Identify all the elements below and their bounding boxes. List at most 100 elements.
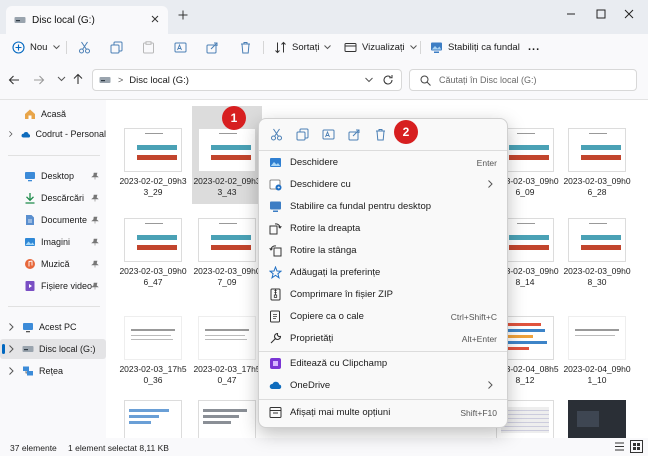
tab-disc-local[interactable]: Disc local (G:) xyxy=(6,6,168,34)
sidebar-item-desktop[interactable]: Desktop xyxy=(0,166,106,186)
copy-icon[interactable] xyxy=(293,125,311,143)
file-tile[interactable]: 2023-02-04_09h01_10 xyxy=(562,308,632,392)
search-placeholder: Căutați în Disc local (G:) xyxy=(439,75,537,85)
menu-shortcut: Alt+Enter xyxy=(461,334,497,344)
address-dropdown-icon[interactable] xyxy=(365,77,373,83)
file-tile[interactable]: 2023-02-03_17h50_36 xyxy=(118,308,188,392)
menu-item-compress-zip[interactable]: Comprimare în fișier ZIP xyxy=(263,284,505,305)
menu-item-add-favorites[interactable]: Adăugați la preferințe xyxy=(263,262,505,283)
sidebar-item-label: Codrut - Personal xyxy=(35,129,106,139)
paste-button[interactable] xyxy=(142,38,155,56)
close-tab-icon[interactable] xyxy=(150,14,160,24)
sidebar-item-videos[interactable]: Fișiere video xyxy=(0,276,106,296)
back-arrow-icon[interactable] xyxy=(8,74,20,86)
sidebar-item-pictures[interactable]: Imagini xyxy=(0,232,106,252)
plus-circle-icon xyxy=(12,40,25,54)
forward-arrow-icon[interactable] xyxy=(33,74,45,86)
breadcrumb-location[interactable]: Disc local (G:) xyxy=(129,75,189,86)
rotate-right-icon xyxy=(269,223,282,235)
context-menu: Deschidere Enter Deschidere cu Stabilire… xyxy=(258,118,508,428)
title-bar: Disc local (G:) xyxy=(0,0,648,34)
menu-item-set-wallpaper[interactable]: Stabilire ca fundal pentru desktop xyxy=(263,196,505,217)
wallpaper-icon xyxy=(270,201,281,212)
file-name: 2023-02-03_17h50_36 xyxy=(119,364,187,385)
desktop-icon xyxy=(25,172,35,182)
file-tile[interactable]: 2023-02-03_09h07_09 xyxy=(192,210,262,294)
sidebar-item-music[interactable]: Muzică xyxy=(0,254,106,274)
sort-icon xyxy=(275,41,286,53)
address-field[interactable]: > Disc local (G:) xyxy=(92,69,402,91)
file-tile[interactable]: 2023-02-03_17h50_47 xyxy=(192,308,262,392)
sidebar-item-label: Rețea xyxy=(39,366,64,376)
trash-icon xyxy=(241,41,250,53)
chevron-down-icon[interactable] xyxy=(57,73,66,85)
paste-icon xyxy=(143,40,154,53)
menu-item-label: Afișați mai multe opțiuni xyxy=(290,407,391,418)
new-button[interactable]: Nou xyxy=(12,38,61,56)
sidebar-item-documents[interactable]: Documente xyxy=(0,210,106,230)
menu-item-properties[interactable]: Proprietăți Alt+Enter xyxy=(263,328,505,349)
chevron-down-icon xyxy=(53,44,61,49)
menu-item-open-with[interactable]: Deschidere cu xyxy=(263,174,505,195)
menu-item-label: Rotire la dreapta xyxy=(290,223,361,234)
onedrive-icon xyxy=(269,381,282,389)
refresh-icon[interactable] xyxy=(382,74,394,86)
more-options-button[interactable]: ... xyxy=(528,38,540,56)
menu-item-rotate-left[interactable]: Rotire la stânga xyxy=(263,240,505,261)
image-thumbnail[interactable] xyxy=(568,400,626,438)
image-thumbnail xyxy=(198,316,256,360)
drive-icon xyxy=(22,346,34,352)
sidebar-item-downloads[interactable]: Descărcări xyxy=(0,188,106,208)
file-tile[interactable]: 2023-02-03_09h08_30 xyxy=(562,210,632,294)
sidebar-item-home[interactable]: Acasă xyxy=(8,104,104,124)
sidebar-item-label: Desktop xyxy=(41,171,75,181)
chevron-right-icon xyxy=(9,131,13,137)
close-window-icon[interactable] xyxy=(616,4,642,24)
file-tile[interactable]: 2023-02-03_09h06_28 xyxy=(562,120,632,204)
details-view-icon[interactable] xyxy=(614,441,625,452)
file-tile[interactable]: 2023-02-03_09h06_47 xyxy=(118,210,188,294)
share-icon[interactable] xyxy=(345,125,363,143)
set-wallpaper-button[interactable]: Stabiliți ca fundal xyxy=(430,38,520,56)
menu-item-open[interactable]: Deschidere Enter xyxy=(263,152,505,173)
image-thumbnail[interactable] xyxy=(124,400,182,438)
open-with-icon xyxy=(269,179,282,191)
sidebar-item-network[interactable]: Rețea xyxy=(0,361,106,381)
sidebar-item-label: Imagini xyxy=(41,237,71,247)
menu-item-show-more-options[interactable]: Afișați mai multe opțiuni Shift+F10 xyxy=(263,402,505,423)
copy-button[interactable] xyxy=(110,38,123,56)
document-icon xyxy=(26,215,34,225)
up-arrow-icon[interactable] xyxy=(72,73,84,85)
sidebar-item-local-disk[interactable]: Disc local (G:) xyxy=(0,339,106,359)
sidebar-item-this-pc[interactable]: Acest PC xyxy=(0,317,106,337)
rotate-left-icon xyxy=(269,245,282,257)
rename-button[interactable] xyxy=(174,38,187,56)
menu-item-label: Comprimare în fișier ZIP xyxy=(290,289,393,300)
menu-item-copy-as-path[interactable]: Copiere ca o cale Ctrl+Shift+C xyxy=(263,306,505,327)
file-tile[interactable]: 2023-02-02_09h33_29 xyxy=(118,120,188,204)
new-tab-icon[interactable] xyxy=(178,10,188,20)
delete-button[interactable] xyxy=(239,38,252,56)
menu-item-onedrive[interactable]: OneDrive xyxy=(263,375,505,396)
menu-item-clipchamp[interactable]: Editează cu Clipchamp xyxy=(263,353,505,374)
search-input[interactable]: Căutați în Disc local (G:) xyxy=(409,69,637,91)
menu-item-rotate-right[interactable]: Rotire la dreapta xyxy=(263,218,505,239)
thumbnails-view-icon[interactable] xyxy=(630,440,643,453)
sort-button[interactable]: Sortați xyxy=(274,38,332,56)
music-icon xyxy=(25,259,35,269)
video-icon xyxy=(25,281,35,291)
image-thumbnail xyxy=(198,218,256,262)
file-name: 2023-02-03_17h50_47 xyxy=(193,364,261,385)
cut-icon[interactable] xyxy=(267,125,285,143)
image-thumbnail[interactable] xyxy=(198,400,256,438)
rename-icon[interactable] xyxy=(319,125,337,143)
maximize-icon[interactable] xyxy=(588,4,614,24)
view-button[interactable]: Vizualizați xyxy=(344,38,417,56)
cut-button[interactable] xyxy=(78,38,91,56)
sidebar-item-onedrive[interactable]: Codrut - Personal xyxy=(0,124,106,144)
minimize-icon[interactable] xyxy=(558,4,584,24)
share-button[interactable] xyxy=(206,38,219,56)
wallpaper-icon xyxy=(431,42,442,53)
trash-icon[interactable] xyxy=(371,125,389,143)
menu-item-label: Deschidere cu xyxy=(290,179,351,190)
